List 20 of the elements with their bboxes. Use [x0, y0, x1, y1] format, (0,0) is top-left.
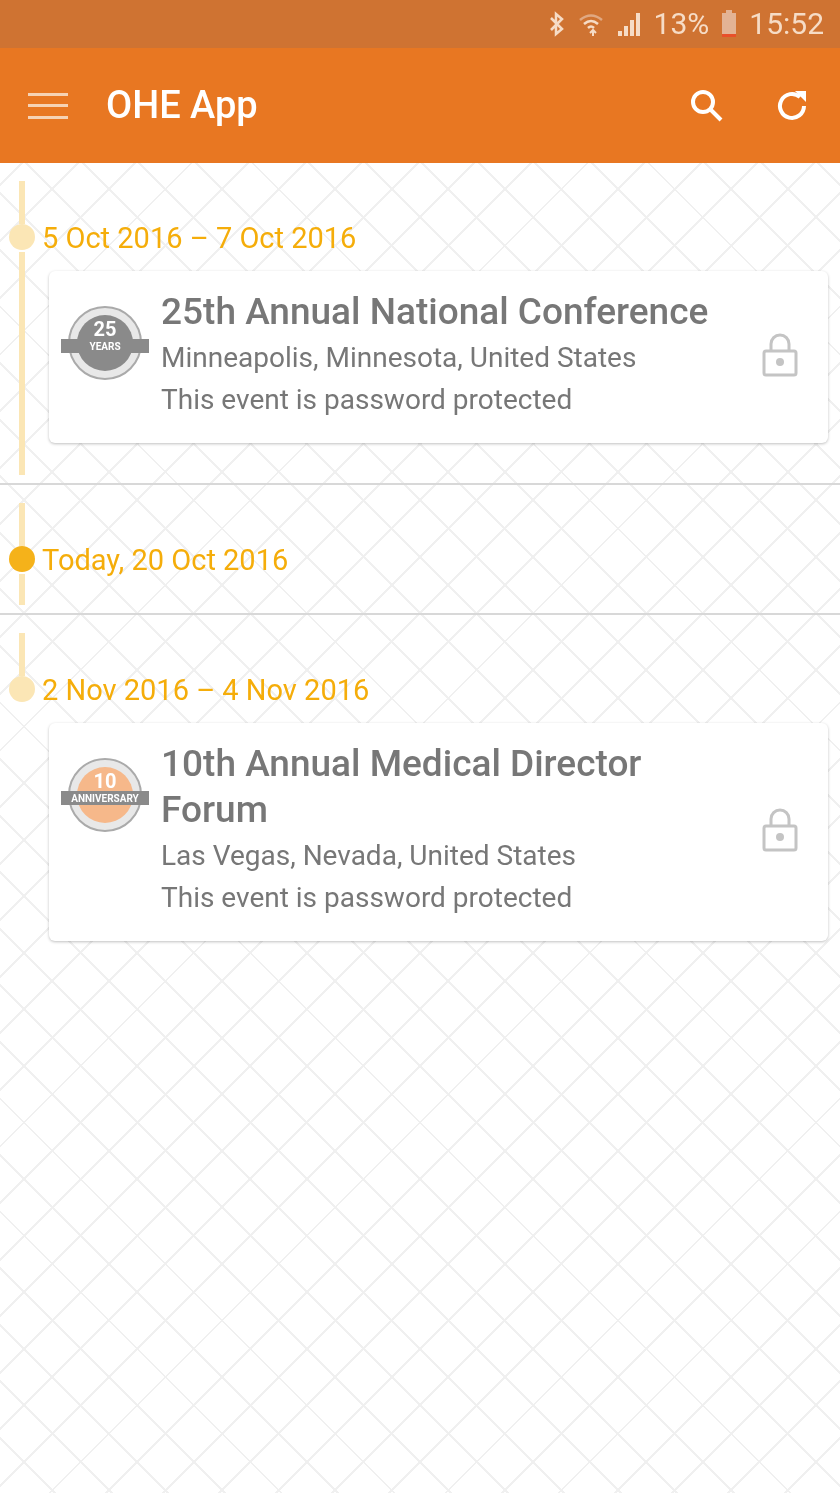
date-heading: 5 Oct 2016 – 7 Oct 2016 — [42, 223, 357, 253]
battery-percent: 13% — [653, 9, 710, 39]
event-note: This event is password protected — [161, 880, 574, 916]
date-heading: Today, 20 Oct 2016 — [42, 545, 289, 575]
search-icon[interactable] — [690, 88, 724, 123]
wifi-icon — [577, 11, 604, 37]
date-heading: 2 Nov 2016 – 4 Nov 2016 — [42, 675, 370, 705]
event-card[interactable]: 10 ANNIVERSARY 10th Annual Medical Director Forum Las Vegas, Nevada, United States This event is password protected — [49, 723, 828, 941]
event-location: Las Vegas, Nevada, United States — [161, 838, 577, 874]
battery-icon — [721, 10, 738, 38]
bluetooth-icon — [547, 11, 566, 37]
event-title: 10th Annual Medical Director Forum — [161, 741, 643, 833]
app-title: OHE App — [106, 82, 259, 129]
menu-icon[interactable] — [28, 90, 68, 121]
signal-icon — [615, 11, 642, 37]
event-card[interactable]: 25 YEARS 25th Annual National Conference Minneapolis, Minnesota, United States This event is password protected — [49, 271, 828, 443]
event-title: 25th Annual National Conference — [161, 289, 710, 335]
clock: 15:52 — [749, 9, 824, 39]
event-note: This event is password protected — [161, 382, 574, 418]
event-location: Minneapolis, Minnesota, United States — [161, 340, 638, 376]
